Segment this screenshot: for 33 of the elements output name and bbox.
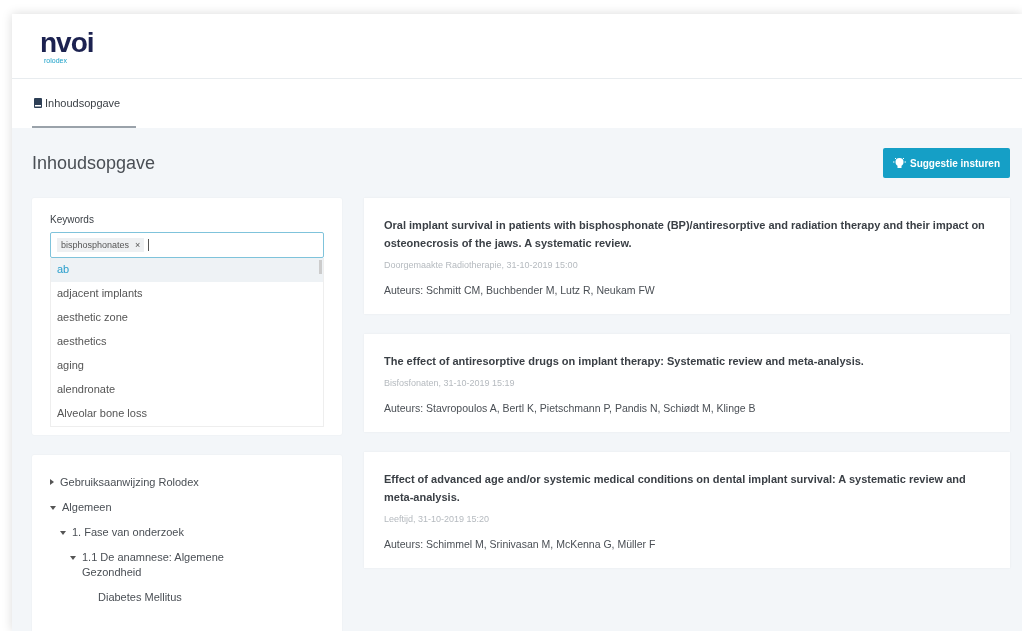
article-meta: Leeftijd, 31-10-2019 15:20 (384, 514, 491, 524)
tag-text: bisphosphonates (61, 240, 130, 250)
dropdown-option[interactable]: alendronate (51, 378, 323, 402)
field-label: Keywords (50, 214, 95, 225)
book-icon (34, 97, 42, 108)
caret-icon[interactable] (50, 506, 56, 510)
caret-icon[interactable] (50, 479, 54, 485)
tree-item[interactable]: Algemeen (62, 500, 112, 515)
article-authors: Auteurs: Stavropoulos A, Bertl K, Pietschmann P, Pandis N, Schiødt M, Klinge B (384, 402, 757, 414)
lightbulb-icon (893, 157, 906, 169)
scrollbar[interactable] (319, 260, 322, 274)
article-title: The effect of antiresorptive drugs on implant therapy: Systematic review and meta-analysis. (384, 354, 865, 369)
tab[interactable]: Inhoudsopgave (32, 79, 136, 128)
dropdown-option[interactable]: aging (51, 354, 323, 378)
article-authors: Auteurs: Schimmel M, Srinivasan M, McKenna G, Müller F (384, 538, 657, 550)
article-authors: Auteurs: Schmitt CM, Buchbender M, Lutz R, Neukam FW (384, 284, 656, 296)
caret-icon[interactable] (70, 556, 76, 560)
article-meta: Doorgemaakte Radiotherapie, 31-10-2019 15:00 (384, 260, 579, 270)
dropdown-option[interactable]: adjacent implants (51, 282, 323, 306)
dropdown-option[interactable]: aesthetic zone (51, 306, 323, 330)
logo: nvoi (40, 28, 94, 57)
page-title: Inhoudsopgave (32, 152, 156, 174)
tree-item[interactable]: Diabetes Mellitus (98, 590, 182, 605)
article-title: Effect of advanced age and/or systemic medical conditions on dental implant survival: A systematic review and meta-analysis. (384, 472, 967, 505)
caret-icon[interactable] (60, 531, 66, 535)
article-title: Oral implant survival in patients with bisphosphonate (BP)/antiresorptive and radiation therapy and their impact on osteonecrosis of the jaws. A systematic review. (384, 218, 986, 251)
tree-item[interactable]: 1.1 De anamnese: Algemene Gezondheid (82, 550, 252, 580)
dropdown-option[interactable]: Alveolar bone loss (51, 402, 323, 426)
remove-tag-button[interactable]: × (135, 240, 141, 250)
tree-item[interactable]: Gebruiksaanwijzing Rolodex (60, 475, 199, 490)
tree-item[interactable]: 1. Fase van onderzoek (72, 525, 184, 540)
article-meta: Bisfosfonaten, 31-10-2019 15:19 (384, 378, 516, 388)
dropdown-option[interactable]: aesthetics (51, 330, 323, 354)
